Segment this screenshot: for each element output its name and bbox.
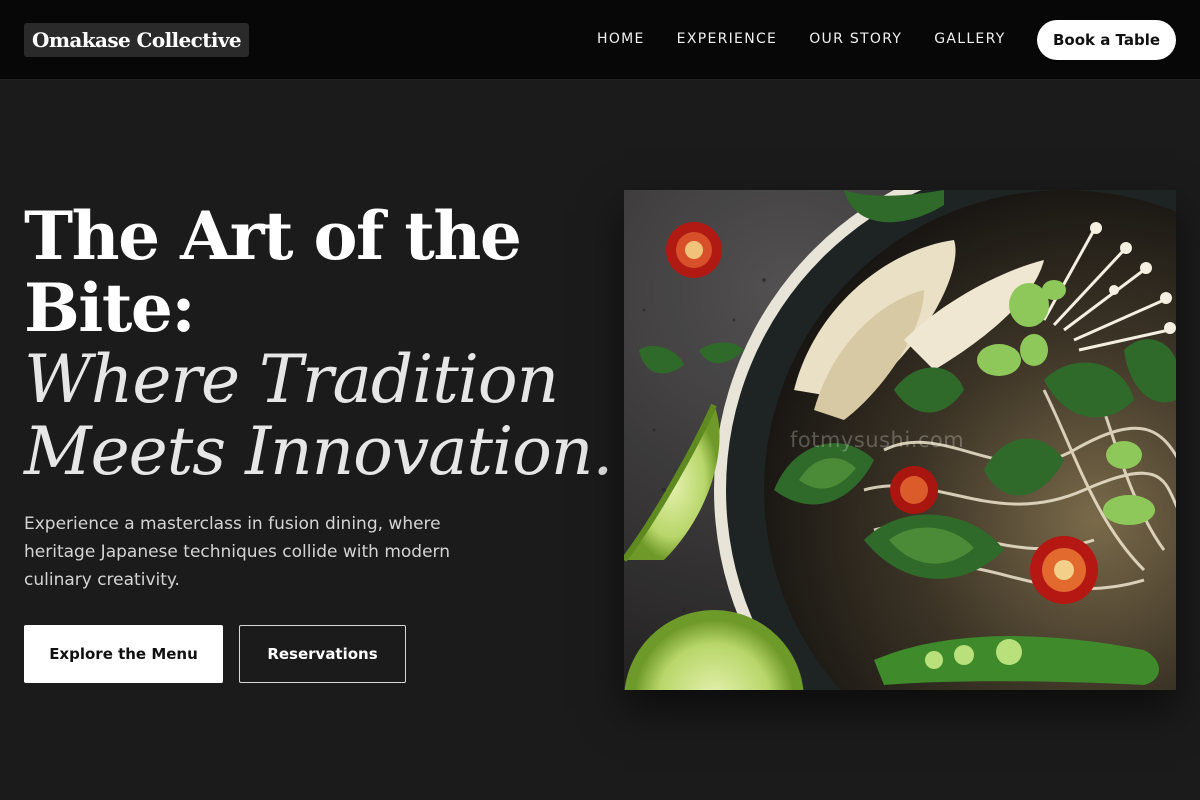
hero-description: Experience a masterclass in fusion dinin… <box>24 514 451 590</box>
hero-title-line-2: Bite: <box>24 269 196 347</box>
hero-title: The Art of the Bite: Where Tradition Mee… <box>24 197 613 490</box>
hero-subtitle-line-1: Where Tradition <box>24 341 559 418</box>
hero-subtitle-line-2: Meets Innovation. <box>24 413 613 490</box>
explore-menu-button[interactable]: Explore the Menu <box>24 625 223 683</box>
reservations-button[interactable]: Reservations <box>239 625 406 683</box>
hero-title-line-1: The Art of the <box>24 197 522 275</box>
nav-experience[interactable]: EXPERIENCE <box>677 30 778 48</box>
image-watermark: fotmysushi.com <box>790 428 965 452</box>
brand-logo[interactable]: Omakase Collective <box>24 23 250 57</box>
site-header: Omakase Collective HOME EXPERIENCE OUR S… <box>0 0 1200 80</box>
nav-our-story[interactable]: OUR STORY <box>809 30 902 48</box>
nav-home[interactable]: HOME <box>597 30 645 48</box>
nav-gallery[interactable]: GALLERY <box>934 30 1005 48</box>
main-nav: HOME EXPERIENCE OUR STORY GALLERY <box>597 30 1006 48</box>
book-table-button[interactable]: Book a Table <box>1037 20 1176 60</box>
